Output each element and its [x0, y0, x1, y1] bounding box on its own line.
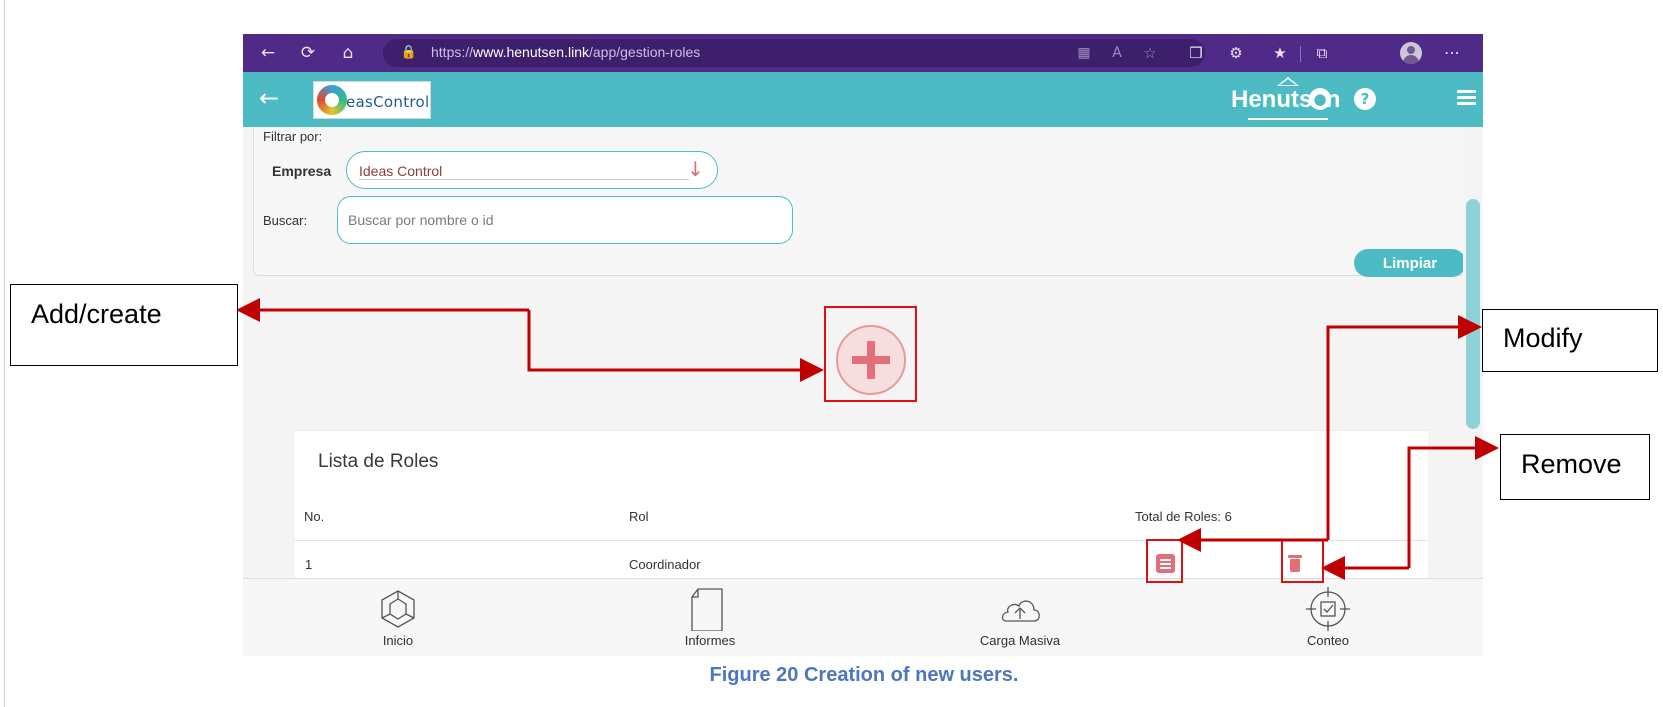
app-header: ← easControl Henutsen ● ?: [243, 72, 1483, 127]
search-input[interactable]: [337, 196, 793, 244]
puzzle-icon[interactable]: ⚙: [1225, 42, 1247, 64]
arrow-down-icon: ↓: [687, 157, 704, 181]
target-check-icon: [1306, 587, 1350, 631]
select-underline: [359, 179, 689, 180]
filter-panel: Filtrar por: Empresa Ideas Control ↓ Bus…: [253, 127, 1466, 277]
row-role-name: Coordinador: [629, 557, 701, 572]
company-label: Empresa: [272, 163, 332, 179]
brand-roof-icon: [1277, 77, 1299, 86]
brand-underline: [1248, 118, 1328, 120]
add-button-highlight: [824, 306, 917, 402]
nav-label-inicio: Inicio: [382, 633, 414, 648]
more-icon[interactable]: ⋯: [1441, 42, 1463, 64]
back-icon[interactable]: ←: [259, 84, 279, 112]
lock-icon: 🔒: [400, 45, 418, 60]
logo-text: easControl: [346, 93, 430, 111]
filter-title: Filtrar por:: [263, 129, 323, 144]
menu-icon[interactable]: [1457, 90, 1476, 106]
nav-carga-masiva[interactable]: Carga Masiva: [950, 579, 1090, 656]
app-grid-icon[interactable]: ▦: [1073, 42, 1095, 64]
nav-label-conteo: Conteo: [1307, 633, 1349, 648]
home-icon[interactable]: ⌂: [337, 42, 359, 64]
search-label: Buscar:: [263, 213, 308, 228]
browser-toolbar: ← ⟳ ⌂ 🔒 https://www.henutsen.link/app/ge…: [243, 34, 1483, 72]
total-roles-count: Total de Roles: 6: [1135, 509, 1232, 524]
remove-highlight: [1281, 539, 1324, 583]
url-text[interactable]: https://www.henutsen.link/app/gestion-ro…: [431, 44, 700, 60]
logo-fingerprint-icon: [317, 85, 347, 115]
nav-label-informes: Informes: [684, 633, 736, 648]
user-icon[interactable]: ●: [1309, 88, 1331, 110]
cloud-upload-icon: [1001, 600, 1040, 622]
favorite-add-icon[interactable]: ☆: [1139, 42, 1161, 64]
company-logo: easControl: [313, 81, 431, 119]
company-select-value: Ideas Control: [359, 163, 443, 179]
column-header-no: No.: [304, 509, 325, 524]
scrollbar-thumb[interactable]: [1466, 199, 1480, 429]
help-icon[interactable]: ?: [1354, 88, 1376, 110]
back-arrow-icon[interactable]: ←: [257, 42, 279, 64]
callout-remove: Remove: [1500, 434, 1650, 500]
roles-list-title: Lista de Roles: [318, 451, 439, 472]
cube-icon: [381, 590, 415, 628]
callout-add-create: Add/create: [10, 284, 238, 366]
collections-icon[interactable]: ⧉: [1311, 42, 1333, 64]
nav-label-carga-masiva: Carga Masiva: [979, 633, 1061, 648]
modify-highlight: [1146, 539, 1183, 583]
row-number: 1: [305, 557, 313, 572]
profile-avatar-icon[interactable]: [1400, 42, 1422, 64]
extensions-icon[interactable]: ❒: [1185, 42, 1207, 64]
toolbar-separator: [1300, 46, 1301, 62]
clear-button[interactable]: Limpiar: [1354, 249, 1466, 277]
figure-caption: Figure 20 Creation of new users.: [709, 664, 1019, 686]
favorites-icon[interactable]: ★: [1269, 42, 1291, 64]
read-aloud-icon[interactable]: A: [1106, 42, 1128, 64]
document-icon: [691, 588, 723, 631]
company-select[interactable]: Ideas Control ↓: [346, 151, 718, 189]
bottom-nav: Inicio Informes Carga Masiva Conteo: [243, 578, 1483, 656]
refresh-icon[interactable]: ⟳: [297, 42, 319, 64]
nav-conteo[interactable]: Conteo: [1258, 579, 1398, 656]
callout-modify: Modify: [1482, 309, 1658, 372]
nav-informes[interactable]: Informes: [640, 579, 780, 656]
page-edge-rule: [4, 0, 5, 707]
table-divider: [295, 540, 1428, 541]
nav-inicio[interactable]: Inicio: [328, 579, 468, 656]
column-header-rol: Rol: [629, 509, 649, 524]
